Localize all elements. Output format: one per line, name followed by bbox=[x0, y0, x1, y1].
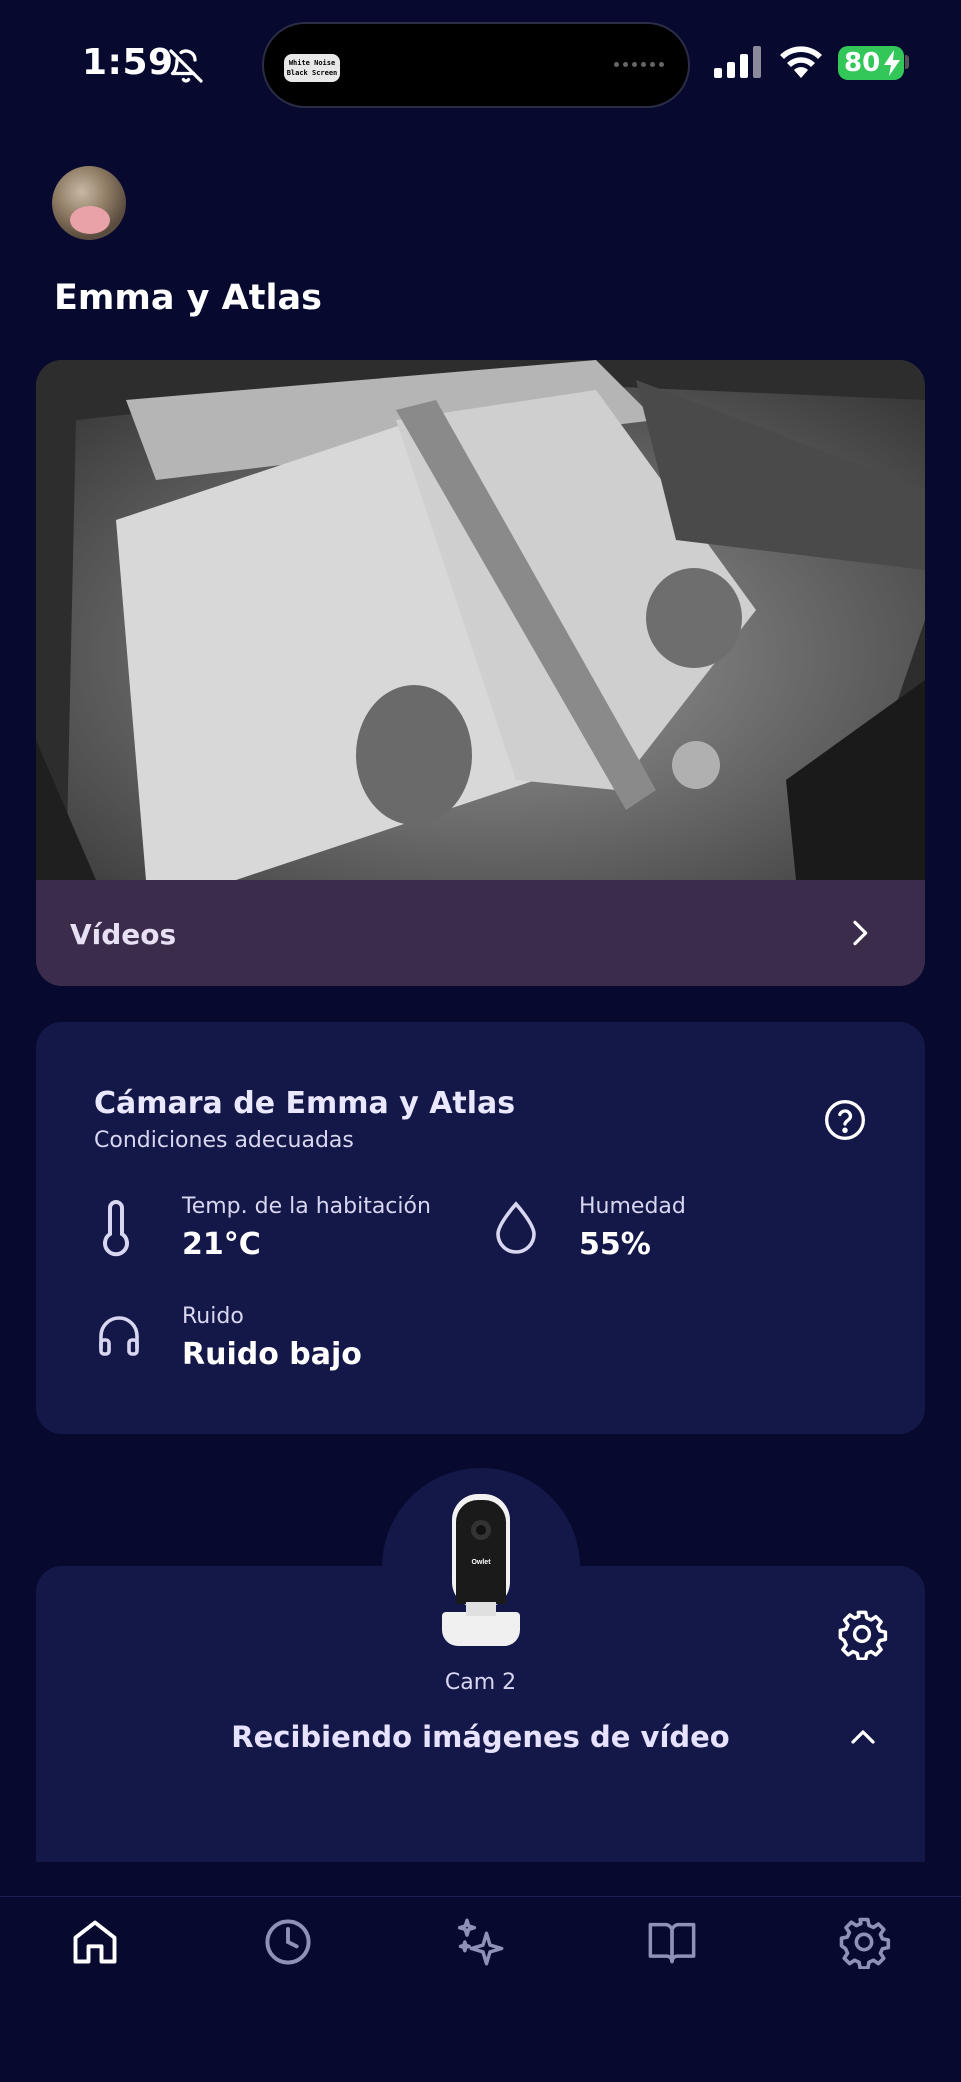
humidity-metric: Humedad 55% bbox=[579, 1194, 686, 1262]
page-title: Emma y Atlas bbox=[54, 278, 322, 318]
camera-name: Cam 2 bbox=[444, 1670, 517, 1695]
noise-value: Ruido bajo bbox=[182, 1337, 362, 1372]
status-time: 1:59 bbox=[82, 42, 174, 83]
settings-icon bbox=[839, 1917, 891, 1969]
bell-off-icon bbox=[169, 49, 203, 83]
temperature-value: 21°C bbox=[182, 1227, 261, 1262]
temperature-metric: Temp. de la habitación 21°C bbox=[182, 1194, 431, 1262]
owlet-camera-image: Owlet bbox=[442, 1494, 520, 1646]
book-icon bbox=[648, 1922, 696, 1964]
camera-title: Cámara de Emma y Atlas bbox=[94, 1086, 516, 1121]
history-icon bbox=[265, 1919, 311, 1965]
humidity-label: Humedad bbox=[579, 1194, 686, 1219]
noise-metric: Ruido Ruido bajo bbox=[182, 1304, 362, 1372]
stream-status: Recibiendo imágenes de vídeo bbox=[231, 1720, 730, 1754]
help-icon[interactable] bbox=[823, 1098, 867, 1142]
tab-settings[interactable] bbox=[834, 1912, 894, 1972]
video-card[interactable]: Vídeos bbox=[36, 360, 925, 986]
humidity-value: 55% bbox=[579, 1227, 651, 1262]
conditions-subtitle: Condiciones adecuadas bbox=[94, 1128, 354, 1153]
avatar[interactable] bbox=[52, 166, 126, 240]
temperature-label: Temp. de la habitación bbox=[182, 1194, 431, 1219]
owlet-brand-label: Owlet bbox=[471, 1559, 491, 1566]
thermometer-icon bbox=[103, 1200, 129, 1257]
wifi-icon bbox=[780, 46, 822, 78]
chevron-right-icon[interactable] bbox=[843, 916, 875, 950]
videos-bar[interactable]: Vídeos bbox=[36, 880, 925, 986]
battery-cap bbox=[905, 55, 909, 69]
conditions-card: Cámara de Emma y Atlas Condiciones adecu… bbox=[36, 1022, 925, 1434]
tab-learn[interactable] bbox=[642, 1912, 702, 1972]
device-settings-gear-icon[interactable] bbox=[836, 1608, 888, 1660]
chevron-up-icon[interactable] bbox=[846, 1722, 880, 1752]
charging-bolt-icon bbox=[884, 50, 900, 76]
headphones-icon bbox=[99, 1316, 139, 1356]
status-bar: 1:59 White Noise Black Screen 80 bbox=[0, 0, 961, 130]
tab-insights[interactable] bbox=[450, 1912, 510, 1972]
noise-label: Ruido bbox=[182, 1304, 244, 1329]
white-noise-badge[interactable]: White Noise Black Screen bbox=[284, 54, 340, 82]
live-video-feed[interactable] bbox=[36, 360, 925, 880]
humidity-drop-icon bbox=[496, 1201, 536, 1254]
sparkles-icon bbox=[457, 1918, 504, 1966]
tab-history[interactable] bbox=[258, 1912, 318, 1972]
tab-home[interactable] bbox=[65, 1912, 125, 1972]
dynamic-island: White Noise Black Screen bbox=[262, 22, 690, 108]
signal-icon bbox=[714, 46, 761, 78]
island-dots bbox=[614, 62, 664, 67]
videos-label: Vídeos bbox=[70, 918, 177, 951]
home-icon bbox=[73, 1920, 117, 1964]
